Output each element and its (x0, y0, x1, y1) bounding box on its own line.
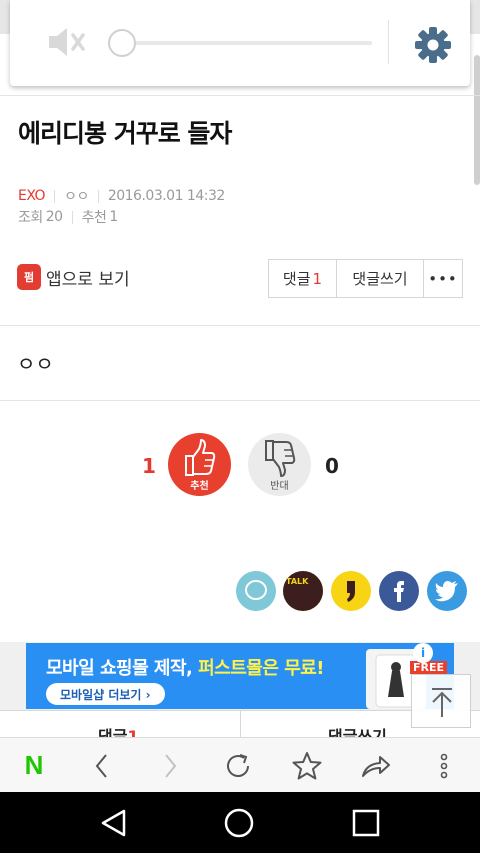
views-label: 조회 (18, 210, 43, 226)
recommend-count: 1 (109, 209, 118, 225)
thumbs-up-icon (185, 439, 216, 476)
nav-recents-button[interactable] (326, 792, 406, 853)
post-stats-line: 조회 20 추천 1 (18, 207, 118, 227)
naver-home-button[interactable]: N (4, 738, 64, 793)
post-meta-line: EXO ㅇㅇ 2016.03.01 14:32 (18, 186, 225, 206)
nav-back-button[interactable] (74, 792, 154, 853)
circle-home-icon (224, 808, 254, 837)
share-talk-button[interactable] (236, 571, 276, 611)
facebook-icon (379, 571, 419, 611)
settings-button[interactable] (410, 22, 456, 68)
ad-banner[interactable]: 모바일 쇼핑몰 제작, 퍼스트몰은 무료! 모바일샵 더보기 › FREE (26, 643, 454, 709)
kakaostory-icon (331, 571, 371, 611)
share-button[interactable] (346, 738, 406, 793)
ad-close-icon[interactable]: ✕ (434, 643, 454, 664)
page: 에리디봉 거꾸로 들자 EXO ㅇㅇ 2016.03.01 14:32 조회 2… (0, 0, 480, 853)
more-vertical-icon (440, 753, 448, 778)
bookmark-button[interactable] (277, 738, 337, 793)
mute-button[interactable] (46, 24, 86, 60)
post-body: ㅇㅇ (17, 352, 54, 376)
tab-divider (240, 711, 241, 740)
kakaotalk-label: TALK (283, 571, 323, 611)
like-count: 1 (142, 454, 156, 478)
board-name[interactable]: EXO (18, 188, 46, 204)
like-button[interactable]: 추천 (168, 433, 231, 496)
arrow-up-icon (432, 688, 452, 717)
write-comment-button[interactable]: 댓글쓰기 (337, 260, 424, 297)
meta-separator (71, 210, 73, 224)
share-facebook-button[interactable] (379, 571, 419, 611)
browser-toolbar: N (0, 737, 480, 792)
chevron-right-icon (165, 753, 177, 778)
more-dots-icon: ••• (428, 269, 458, 288)
scroll-to-top-button[interactable] (411, 674, 471, 728)
meta-separator (97, 189, 99, 203)
recommend-label: 추천 (81, 210, 107, 226)
audio-control-panel (10, 0, 470, 86)
kakaotalk-icon: TALK (283, 571, 323, 611)
android-navigation-bar (0, 792, 480, 853)
share-arrow-icon (362, 755, 390, 777)
forward-button[interactable] (140, 738, 200, 793)
volume-slider-thumb[interactable] (108, 29, 136, 57)
post-title: 에리디봉 거꾸로 들자 (18, 119, 232, 148)
divider (0, 95, 480, 96)
page-scrollbar[interactable] (474, 55, 480, 185)
views-count: 20 (45, 209, 63, 225)
gear-icon (415, 27, 451, 63)
volume-muted-icon (49, 28, 85, 56)
post-author: ㅇㅇ (64, 189, 89, 205)
open-in-app-link[interactable]: 펌 앱으로 보기 (17, 264, 130, 290)
browser-menu-button[interactable] (414, 738, 474, 793)
volume-slider-track[interactable] (120, 41, 372, 45)
twitter-icon (427, 571, 467, 611)
share-twitter-button[interactable] (427, 571, 467, 611)
share-kakaostory-button[interactable] (331, 571, 371, 611)
naver-logo-icon: N (24, 750, 44, 780)
app-icon: 펌 (17, 264, 41, 290)
dislike-count: 0 (325, 454, 339, 478)
chevron-left-icon (95, 753, 107, 778)
comments-button[interactable]: 댓글 1 (269, 260, 337, 297)
square-recents-icon (352, 809, 380, 836)
ad-headline: 모바일 쇼핑몰 제작, 퍼스트몰은 무료! (46, 654, 325, 680)
comments-label: 댓글 (282, 270, 311, 288)
nav-home-button[interactable] (199, 792, 279, 853)
ad-info-icon[interactable]: i (413, 643, 433, 663)
speech-bubble-icon (236, 571, 276, 611)
divider (0, 325, 480, 326)
star-icon (292, 751, 322, 779)
panel-divider (388, 20, 389, 64)
meta-separator (54, 189, 56, 203)
comments-count: 1 (312, 269, 323, 288)
like-label: 추천 (190, 481, 209, 492)
write-comment-label: 댓글쓰기 (352, 270, 408, 288)
refresh-icon (227, 753, 249, 777)
ad-headline-text: 모바일 쇼핑몰 제작, (46, 658, 199, 679)
ad-cta-button[interactable]: 모바일샵 더보기 › (46, 683, 165, 705)
more-options-button[interactable]: ••• (424, 260, 462, 297)
dislike-label: 반대 (270, 481, 289, 492)
thumbs-down-icon (265, 440, 296, 477)
divider (0, 400, 480, 401)
reload-button[interactable] (208, 738, 268, 793)
comment-tab-bar: 댓글1 댓글쓰기 (0, 710, 480, 740)
back-button[interactable] (72, 738, 132, 793)
comment-button-group: 댓글 1 댓글쓰기 ••• (268, 259, 463, 298)
share-kakaotalk-button[interactable]: TALK (283, 571, 323, 611)
triangle-back-icon (101, 809, 126, 836)
dislike-button[interactable]: 반대 (248, 433, 311, 496)
open-in-app-label: 앱으로 보기 (46, 269, 130, 290)
post-date: 2016.03.01 14:32 (107, 188, 225, 204)
ad-headline-highlight: 퍼스트몰은 무료! (198, 658, 325, 679)
